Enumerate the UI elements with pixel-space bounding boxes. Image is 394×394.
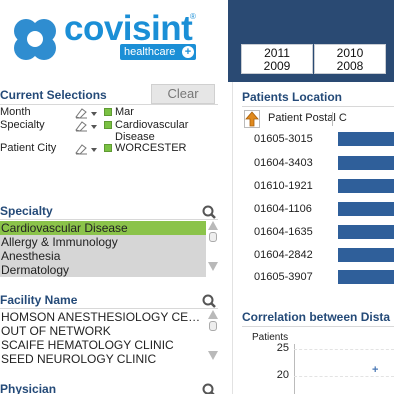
selection-value: Mar bbox=[115, 106, 134, 118]
arrow-up-icon bbox=[245, 111, 259, 127]
selection-row-month: Month Mar bbox=[0, 106, 222, 120]
year-bottom: 2008 bbox=[336, 59, 364, 73]
divider bbox=[242, 106, 394, 107]
list-item[interactable]: HOMSON ANESTHESIOLOGY CE… bbox=[0, 310, 206, 324]
brand-reg-mark: ® bbox=[190, 12, 196, 21]
bar[interactable] bbox=[338, 202, 394, 216]
dimension-label: Patient Postal C bbox=[268, 112, 347, 124]
bar-label: 01604-3403 bbox=[254, 157, 313, 169]
scroll-thumb[interactable] bbox=[209, 232, 217, 242]
covisint-logo-icon bbox=[14, 19, 56, 60]
selection-row-patient-city: Patient City WORCESTER bbox=[0, 142, 222, 156]
specialty-listbox[interactable]: Cardiovascular Disease Allergy & Immunol… bbox=[0, 221, 220, 277]
correlation-title: Correlation between Dista bbox=[242, 310, 391, 324]
search-icon[interactable] bbox=[202, 383, 216, 394]
list-item[interactable]: Anesthesia bbox=[0, 249, 206, 263]
list-item[interactable]: OUT OF NETWORK bbox=[0, 324, 206, 338]
gridline bbox=[294, 349, 394, 350]
year-button-2011[interactable]: 2011 2009 bbox=[241, 44, 313, 74]
selection-marker bbox=[104, 144, 112, 152]
selection-value: Cardiovascular Disease bbox=[115, 119, 189, 143]
y-axis bbox=[294, 344, 295, 394]
eraser-dropdown-icon[interactable] bbox=[74, 143, 98, 155]
header-banner: 2011 2009 2010 2008 bbox=[228, 0, 394, 82]
brand-sub-label: healthcare bbox=[124, 46, 176, 58]
selection-value: WORCESTER bbox=[115, 142, 187, 154]
y-tick-label: 25 bbox=[276, 342, 289, 354]
bar-label: 01604-1635 bbox=[254, 226, 313, 238]
bar[interactable] bbox=[338, 225, 394, 239]
scrollbar[interactable] bbox=[208, 221, 218, 277]
list-item[interactable]: SCAIFE HEMATOLOGY CLINIC bbox=[0, 338, 206, 352]
scroll-up-icon[interactable] bbox=[208, 221, 218, 230]
selection-label: Patient City bbox=[0, 142, 57, 154]
eraser-dropdown-icon[interactable] bbox=[74, 120, 98, 132]
dimension-divider bbox=[332, 112, 333, 126]
y-tick-label: 20 bbox=[276, 369, 289, 381]
selection-label: Specialty bbox=[0, 119, 45, 131]
divider bbox=[0, 219, 218, 220]
column-divider bbox=[232, 82, 233, 394]
selection-marker bbox=[104, 121, 112, 129]
list-item[interactable]: Cardiovascular Disease bbox=[0, 221, 206, 235]
bar-label: 01605-3015 bbox=[254, 133, 313, 145]
right-column: Patients Location Patient Postal C 01605… bbox=[236, 82, 394, 394]
bar[interactable] bbox=[338, 132, 394, 146]
scroll-up-icon[interactable] bbox=[208, 310, 218, 319]
plus-icon: + bbox=[182, 46, 194, 58]
brand-sub: healthcare + bbox=[120, 44, 196, 60]
bar-label: 01605-3907 bbox=[254, 271, 313, 283]
divider bbox=[0, 104, 218, 105]
left-column: Current Selections Clear Month Mar Speci… bbox=[0, 82, 222, 394]
bar[interactable] bbox=[338, 179, 394, 193]
list-item[interactable]: SEED NEUROLOGY CLINIC bbox=[0, 352, 206, 366]
data-point[interactable]: + bbox=[372, 364, 378, 376]
search-icon[interactable] bbox=[202, 294, 216, 308]
sort-button[interactable] bbox=[244, 110, 260, 128]
clear-button[interactable]: Clear bbox=[151, 84, 215, 104]
year-bottom: 2009 bbox=[263, 59, 291, 73]
logo-area: covisint ® healthcare + bbox=[0, 0, 228, 82]
scrollbar[interactable] bbox=[208, 310, 218, 366]
correlation-chart: Patients 25 20 + bbox=[242, 332, 394, 394]
physician-title: Physician bbox=[0, 382, 57, 394]
list-item[interactable]: Dermatology bbox=[0, 263, 206, 277]
bar[interactable] bbox=[338, 270, 394, 284]
selection-marker bbox=[104, 108, 112, 116]
specialty-title: Specialty bbox=[0, 204, 53, 218]
divider bbox=[0, 308, 218, 309]
bar[interactable] bbox=[338, 156, 394, 170]
facility-listbox[interactable]: HOMSON ANESTHESIOLOGY CE… OUT OF NETWORK… bbox=[0, 310, 220, 366]
bar[interactable] bbox=[338, 248, 394, 262]
scroll-down-icon[interactable] bbox=[208, 262, 218, 271]
year-button-2010[interactable]: 2010 2008 bbox=[314, 44, 386, 74]
bar-label: 01604-1106 bbox=[254, 203, 312, 215]
facility-name-title: Facility Name bbox=[0, 293, 78, 307]
patients-location-title: Patients Location bbox=[242, 90, 343, 104]
gridline bbox=[294, 376, 394, 377]
brand-name: covisint bbox=[64, 9, 193, 48]
bar-label: 01604-2842 bbox=[254, 249, 313, 261]
eraser-dropdown-icon[interactable] bbox=[74, 107, 98, 119]
scroll-down-icon[interactable] bbox=[208, 351, 218, 360]
list-item[interactable]: Allergy & Immunology bbox=[0, 235, 206, 249]
divider bbox=[242, 326, 394, 327]
selection-label: Month bbox=[0, 106, 31, 118]
search-icon[interactable] bbox=[202, 205, 216, 219]
bar-label: 01610-1921 bbox=[254, 180, 313, 192]
current-selections-title: Current Selections bbox=[0, 88, 107, 102]
scroll-thumb[interactable] bbox=[209, 321, 217, 331]
